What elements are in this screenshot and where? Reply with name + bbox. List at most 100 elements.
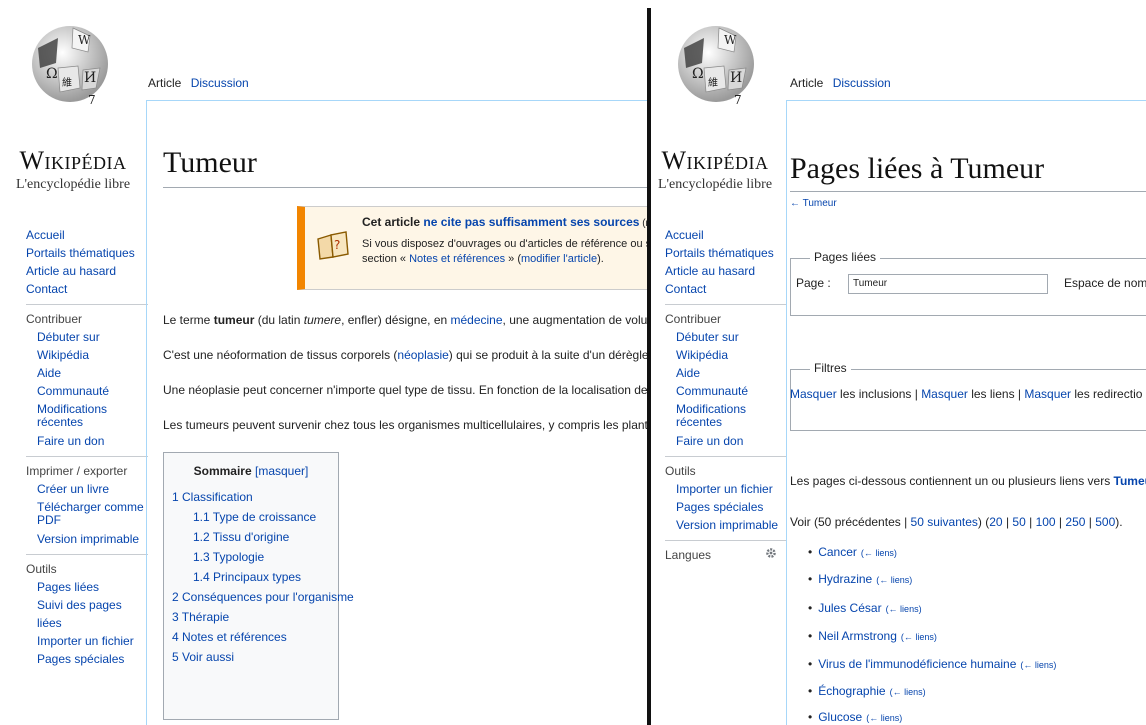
- sidebar-item-importer[interactable]: Importer un fichier: [26, 632, 148, 650]
- tab-article[interactable]: Article: [790, 76, 823, 90]
- toc-entry[interactable]: 3 Thérapie: [172, 607, 330, 627]
- toc-toggle[interactable]: [masquer]: [255, 464, 308, 478]
- next-50-link[interactable]: 50 suivantes: [911, 515, 978, 529]
- sidebar-item-don[interactable]: Faire un don: [665, 432, 787, 450]
- paragraph-1: Le terme tumeur (du latin tumere, enfler…: [163, 313, 648, 327]
- toc-entry[interactable]: 1.1 Type de croissance: [172, 507, 330, 527]
- sidebar-item-imprimable[interactable]: Version imprimable: [665, 516, 787, 534]
- sidebar-item-suivi[interactable]: Suivi des pages liées: [26, 596, 148, 632]
- svg-text:維: 維: [62, 76, 72, 89]
- sidebar-item-communaute[interactable]: Communauté: [26, 382, 148, 400]
- toc-entry[interactable]: 1 Classification: [172, 487, 330, 507]
- sidebar-item-imprimable[interactable]: Version imprimable: [26, 530, 148, 548]
- back-link[interactable]: ← Tumeur: [790, 198, 837, 209]
- sidebar-item-debuter[interactable]: Débuter sur Wikipédia: [26, 328, 148, 364]
- limit-50-link[interactable]: 50: [1012, 515, 1025, 529]
- svg-text:?: ?: [334, 238, 340, 252]
- medecine-link[interactable]: médecine: [451, 313, 503, 327]
- limit-250-link[interactable]: 250: [1065, 515, 1085, 529]
- toc-entry[interactable]: 1.3 Typologie: [172, 547, 330, 567]
- sidebar-item-pages-speciales[interactable]: Pages spéciales: [665, 498, 787, 516]
- tab-discussion[interactable]: Discussion: [833, 76, 891, 90]
- sidebar-item-creer-livre[interactable]: Créer un livre: [26, 480, 148, 498]
- links-link[interactable]: (← liens): [861, 548, 897, 558]
- filter-row: Masquer les inclusions | Masquer les lie…: [790, 387, 1143, 401]
- masquer-redirections-link[interactable]: Masquer: [1024, 387, 1071, 401]
- sidebar-item-pdf[interactable]: Télécharger comme PDF: [26, 498, 148, 530]
- svg-text:維: 維: [708, 76, 718, 89]
- sources-warning-box: ? Cet article ne cite pas suffisamment s…: [297, 206, 648, 290]
- page-tabs: Article Discussion: [790, 76, 897, 90]
- limit-20-link[interactable]: 20: [989, 515, 1002, 529]
- book-icon: ?: [317, 231, 349, 260]
- pagination-row: Voir (50 précédentes | 50 suivantes) (20…: [790, 515, 1123, 529]
- sidebar-item-modifications[interactable]: Modifications récentes: [26, 400, 148, 432]
- sidebar-item-communaute[interactable]: Communauté: [665, 382, 787, 400]
- sidebar-item-accueil[interactable]: Accueil: [665, 226, 787, 244]
- toc-entry[interactable]: 1.4 Principaux types: [172, 567, 330, 587]
- wikipedia-wordmark[interactable]: Wikipédia L'encyclopédie libre: [14, 146, 132, 193]
- modifier-article-link[interactable]: modifier l'article: [521, 253, 597, 265]
- gear-icon[interactable]: [765, 547, 777, 559]
- sidebar-item-contact[interactable]: Contact: [26, 280, 148, 298]
- intro-text: Les pages ci-dessous contiennent un ou p…: [790, 474, 1146, 488]
- links-link[interactable]: (← liens): [890, 687, 926, 697]
- sidebar-heading-imprimer: Imprimer / exporter: [26, 456, 148, 480]
- tumeur-link[interactable]: Tumeur: [1114, 474, 1146, 488]
- page-link[interactable]: Glucose: [818, 710, 862, 724]
- wikipedia-globe-logo[interactable]: Ω W И 維 7: [674, 8, 754, 118]
- site-tagline: L'encyclopédie libre: [15, 177, 131, 192]
- table-of-contents: Sommaire [masquer] 1 Classification 1.1 …: [163, 452, 354, 720]
- sidebar-item-modifications[interactable]: Modifications récentes: [665, 400, 787, 432]
- toc-entry[interactable]: 2 Conséquences pour l'organisme: [172, 587, 354, 607]
- sidebar-item-article-hasard[interactable]: Article au hasard: [26, 262, 148, 280]
- links-link[interactable]: (← liens): [886, 604, 922, 614]
- toc-entry[interactable]: 5 Voir aussi: [172, 647, 330, 667]
- page-link[interactable]: Échographie: [818, 684, 885, 698]
- masquer-inclusions-link[interactable]: Masquer: [790, 387, 837, 401]
- limit-500-link[interactable]: 500: [1095, 515, 1115, 529]
- sidebar-item-accueil[interactable]: Accueil: [26, 226, 148, 244]
- paragraph-4: Les tumeurs peuvent survenir chez tous l…: [163, 418, 648, 432]
- sidebar-item-importer[interactable]: Importer un fichier: [665, 480, 787, 498]
- site-tagline: L'encyclopédie libre: [657, 177, 773, 192]
- toc-entry[interactable]: 4 Notes et références: [172, 627, 330, 647]
- page-link[interactable]: Hydrazine: [818, 572, 872, 586]
- toc-entry[interactable]: 1.2 Tissu d'origine: [172, 527, 330, 547]
- page-link[interactable]: Jules César: [818, 601, 881, 615]
- page-input[interactable]: Tumeur: [848, 274, 1048, 294]
- page-title: Pages liées à Tumeur: [790, 152, 1045, 185]
- sidebar-item-pages-speciales[interactable]: Pages spéciales: [26, 650, 148, 668]
- sidebar-item-aide[interactable]: Aide: [26, 364, 148, 382]
- wikipedia-wordmark[interactable]: Wikipédia L'encyclopédie libre: [656, 146, 774, 193]
- neoplasie-link[interactable]: néoplasie: [397, 348, 448, 362]
- page-link[interactable]: Neil Armstrong: [818, 629, 897, 643]
- page-link[interactable]: Cancer: [818, 545, 857, 559]
- list-item: • Hydrazine (← liens): [808, 572, 913, 586]
- sidebar-item-portails[interactable]: Portails thématiques: [26, 244, 148, 262]
- notes-references-link[interactable]: Notes et références: [409, 253, 505, 265]
- sidebar-heading-outils: Outils: [26, 554, 148, 578]
- sidebar-item-contact[interactable]: Contact: [665, 280, 787, 298]
- warning-title-link[interactable]: ne cite pas suffisamment ses sources: [423, 215, 639, 229]
- masquer-liens-link[interactable]: Masquer: [921, 387, 968, 401]
- links-link[interactable]: (← liens): [876, 575, 912, 585]
- sidebar-item-aide[interactable]: Aide: [665, 364, 787, 382]
- title-underline: [790, 191, 1146, 192]
- page-link[interactable]: Virus de l'immunodéficience humaine: [818, 657, 1016, 671]
- right-screenshot: Ω W И 維 7 Wikipédia L'encyclopédie libre…: [652, 0, 1146, 725]
- sidebar-item-article-hasard[interactable]: Article au hasard: [665, 262, 787, 280]
- limit-100-link[interactable]: 100: [1036, 515, 1056, 529]
- sidebar-item-pages-liees[interactable]: Pages liées: [26, 578, 148, 596]
- wikipedia-globe-logo[interactable]: Ω W И 維 7: [28, 8, 108, 118]
- sidebar-item-debuter[interactable]: Débuter sur Wikipédia: [665, 328, 787, 364]
- tab-article[interactable]: Article: [148, 76, 181, 90]
- namespace-label: Espace de noms :: [1064, 276, 1146, 290]
- links-link[interactable]: (← liens): [1020, 660, 1056, 670]
- list-item: • Cancer (← liens): [808, 545, 897, 559]
- sidebar-item-portails[interactable]: Portails thématiques: [665, 244, 787, 262]
- links-link[interactable]: (← liens): [901, 632, 937, 642]
- tab-discussion[interactable]: Discussion: [191, 76, 249, 90]
- sidebar-item-don[interactable]: Faire un don: [26, 432, 148, 450]
- links-link[interactable]: (← liens): [866, 713, 902, 723]
